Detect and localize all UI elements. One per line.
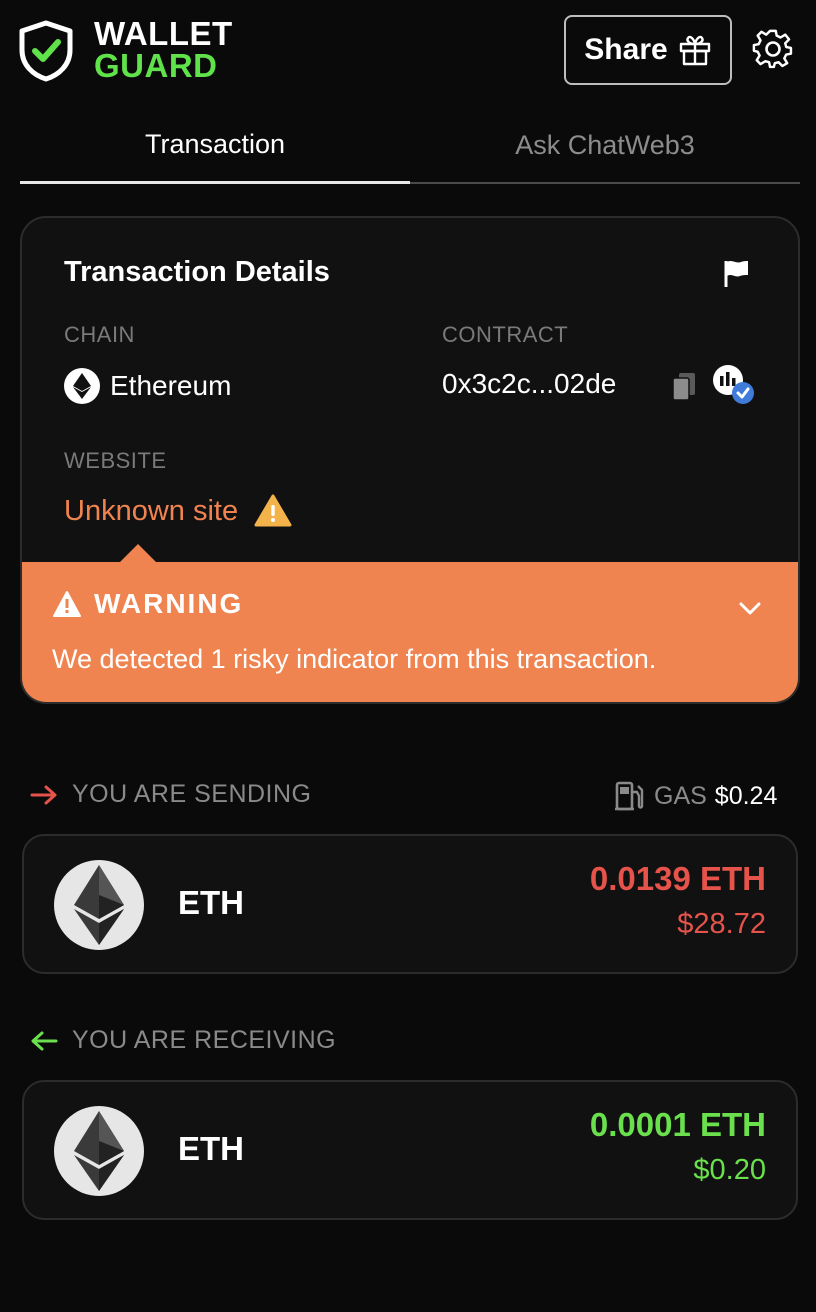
- header: WALLET GUARD Share: [0, 0, 816, 100]
- logo-line-2: GUARD: [94, 47, 218, 84]
- receiving-label: YOU ARE RECEIVING: [72, 1026, 337, 1054]
- settings-gear-icon[interactable]: [752, 28, 794, 70]
- eth-token-icon: [54, 1106, 144, 1196]
- brand-logo: WALLET GUARD: [94, 15, 233, 84]
- sending-section-label: YOU ARE SENDING: [30, 780, 312, 809]
- verified-contract-icon[interactable]: [712, 364, 756, 406]
- receiving-usd: $0.20: [693, 1154, 766, 1186]
- tab-transaction[interactable]: Transaction: [20, 108, 410, 184]
- chain-value: Ethereum: [64, 368, 231, 404]
- receiving-section-label: YOU ARE RECEIVING: [30, 1026, 336, 1055]
- caution-triangle-icon: [254, 494, 292, 527]
- receiving-asset-card: ETH 0.0001 ETH $0.20: [22, 1080, 798, 1220]
- share-button[interactable]: Share: [564, 15, 732, 85]
- tab-ask-chatweb3[interactable]: Ask ChatWeb3: [410, 108, 800, 184]
- sending-label: YOU ARE SENDING: [72, 780, 312, 808]
- warning-message: We detected 1 risky indicator from this …: [52, 644, 657, 674]
- eth-token-icon: [54, 860, 144, 950]
- gift-icon: [679, 35, 710, 66]
- chevron-down-icon[interactable]: [736, 594, 764, 622]
- arrow-left-icon: [31, 1031, 58, 1050]
- gas-value: $0.24: [714, 781, 778, 810]
- warning-heading: WARNING: [52, 588, 243, 620]
- arrow-right-icon: [30, 785, 57, 804]
- shield-logo-icon: [19, 20, 73, 82]
- report-flag-icon[interactable]: [722, 258, 750, 288]
- transaction-details-card: Transaction Details CHAIN Ethereum CONTR…: [20, 216, 800, 704]
- contract-label: CONTRACT: [442, 322, 569, 347]
- contract-address: 0x3c2c...02de: [442, 368, 617, 399]
- share-label: Share: [584, 33, 668, 66]
- chain-name: Ethereum: [110, 370, 232, 401]
- receiving-asset-name: ETH: [178, 1130, 244, 1167]
- gas-pump-icon: [615, 781, 644, 811]
- logo-line-1: WALLET: [94, 15, 233, 52]
- website-name: Unknown site: [64, 494, 239, 527]
- gas-label: GAS: [654, 781, 707, 810]
- details-title: Transaction Details: [64, 256, 330, 288]
- ethereum-icon: [64, 368, 100, 404]
- tab-bar: Transaction Ask ChatWeb3: [20, 108, 800, 184]
- receiving-amount: 0.0001 ETH: [589, 1106, 766, 1143]
- website-label: WEBSITE: [64, 448, 167, 473]
- sending-asset-name: ETH: [178, 884, 244, 921]
- warning-banner[interactable]: WARNING We detected 1 risky indicator fr…: [22, 544, 798, 702]
- chain-label: CHAIN: [64, 322, 135, 347]
- sending-usd: $28.72: [677, 908, 766, 940]
- sending-amount: 0.0139 ETH: [589, 860, 766, 897]
- warning-icon: [53, 591, 81, 617]
- website-value: Unknown site: [64, 494, 292, 528]
- gas-fee: GAS $0.24: [614, 780, 777, 812]
- sending-asset-card: ETH 0.0139 ETH $28.72: [22, 834, 798, 974]
- warning-title: WARNING: [94, 588, 244, 619]
- warning-pointer: [120, 544, 156, 562]
- copy-icon[interactable]: [672, 372, 696, 402]
